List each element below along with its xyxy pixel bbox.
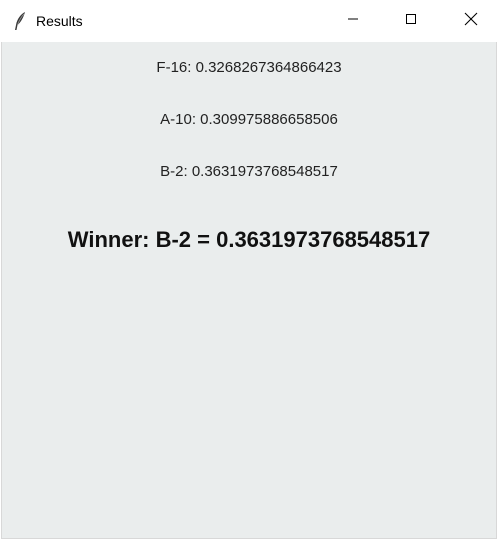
feather-icon <box>12 11 28 31</box>
winner-label: Winner: B-2 = 0.3631973768548517 <box>67 227 431 252</box>
close-icon <box>464 12 478 31</box>
results-panel: F-16: 0.3268267364866423 A-10: 0.3099758… <box>1 42 497 539</box>
results-window: Results F-16: 0.3268267364866423 A-10: 0… <box>0 0 498 540</box>
maximize-button[interactable] <box>388 0 434 42</box>
minimize-button[interactable] <box>330 0 376 42</box>
result-label-a10: A-10: 0.309975886658506 <box>160 111 338 128</box>
window-title: Results <box>36 13 83 29</box>
maximize-icon <box>405 12 417 30</box>
result-label-f16: F-16: 0.3268267364866423 <box>156 59 342 76</box>
title-bar[interactable]: Results <box>0 0 498 42</box>
close-button[interactable] <box>448 0 494 42</box>
minimize-icon <box>347 12 359 30</box>
result-label-b2: B-2: 0.3631973768548517 <box>160 163 338 180</box>
